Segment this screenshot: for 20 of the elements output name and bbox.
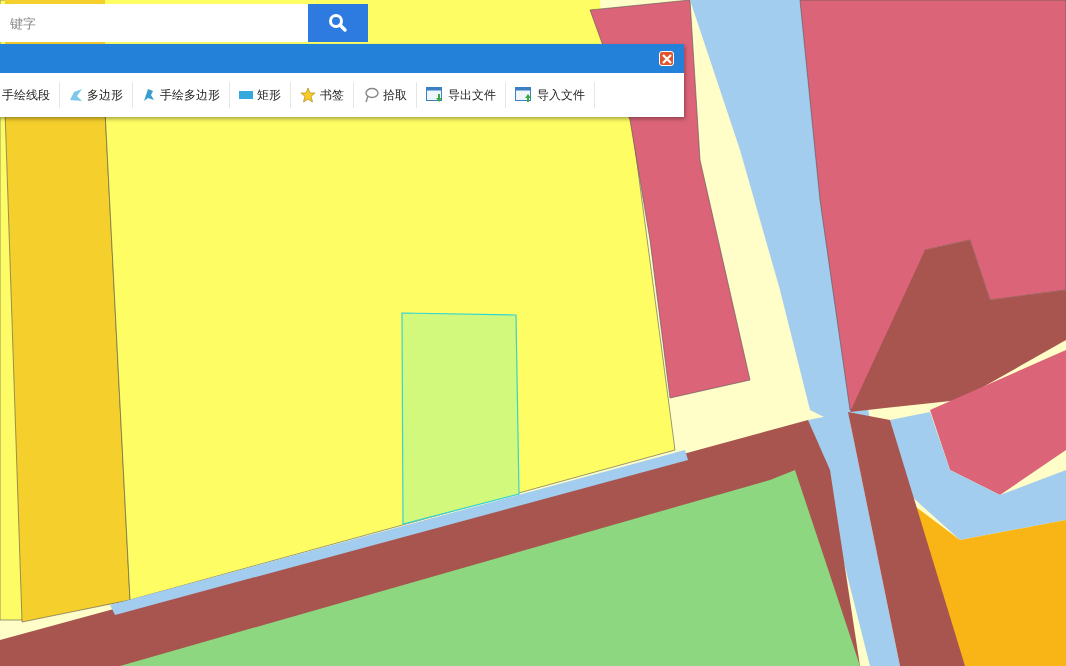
export-file-icon <box>426 87 444 103</box>
toolbar-tool[interactable]: 导出文件 <box>417 82 506 108</box>
toolbar-tool[interactable]: 矩形 <box>230 82 291 108</box>
lasso-icon <box>363 87 379 103</box>
close-button[interactable] <box>659 51 674 66</box>
toolbar-tool[interactable]: 拾取 <box>354 82 417 108</box>
close-icon <box>661 53 672 64</box>
freehand-polygon-icon <box>142 88 156 102</box>
toolbar-tool[interactable]: 导入文件 <box>506 82 595 108</box>
rectangle-icon <box>239 90 253 100</box>
import-file-icon <box>515 87 533 103</box>
toolbar-tool[interactable]: 多边形 <box>60 82 133 108</box>
star-icon <box>300 87 316 103</box>
search-button[interactable] <box>308 4 368 42</box>
search-icon <box>328 13 348 33</box>
polygon-icon <box>69 88 83 102</box>
toolbar-tool[interactable]: 手绘线段 <box>0 82 60 108</box>
search-field[interactable]: 键字 <box>0 4 308 42</box>
toolbar-tool[interactable]: 书签 <box>291 82 354 108</box>
toolbar-tool[interactable]: 手绘多边形 <box>133 82 230 108</box>
